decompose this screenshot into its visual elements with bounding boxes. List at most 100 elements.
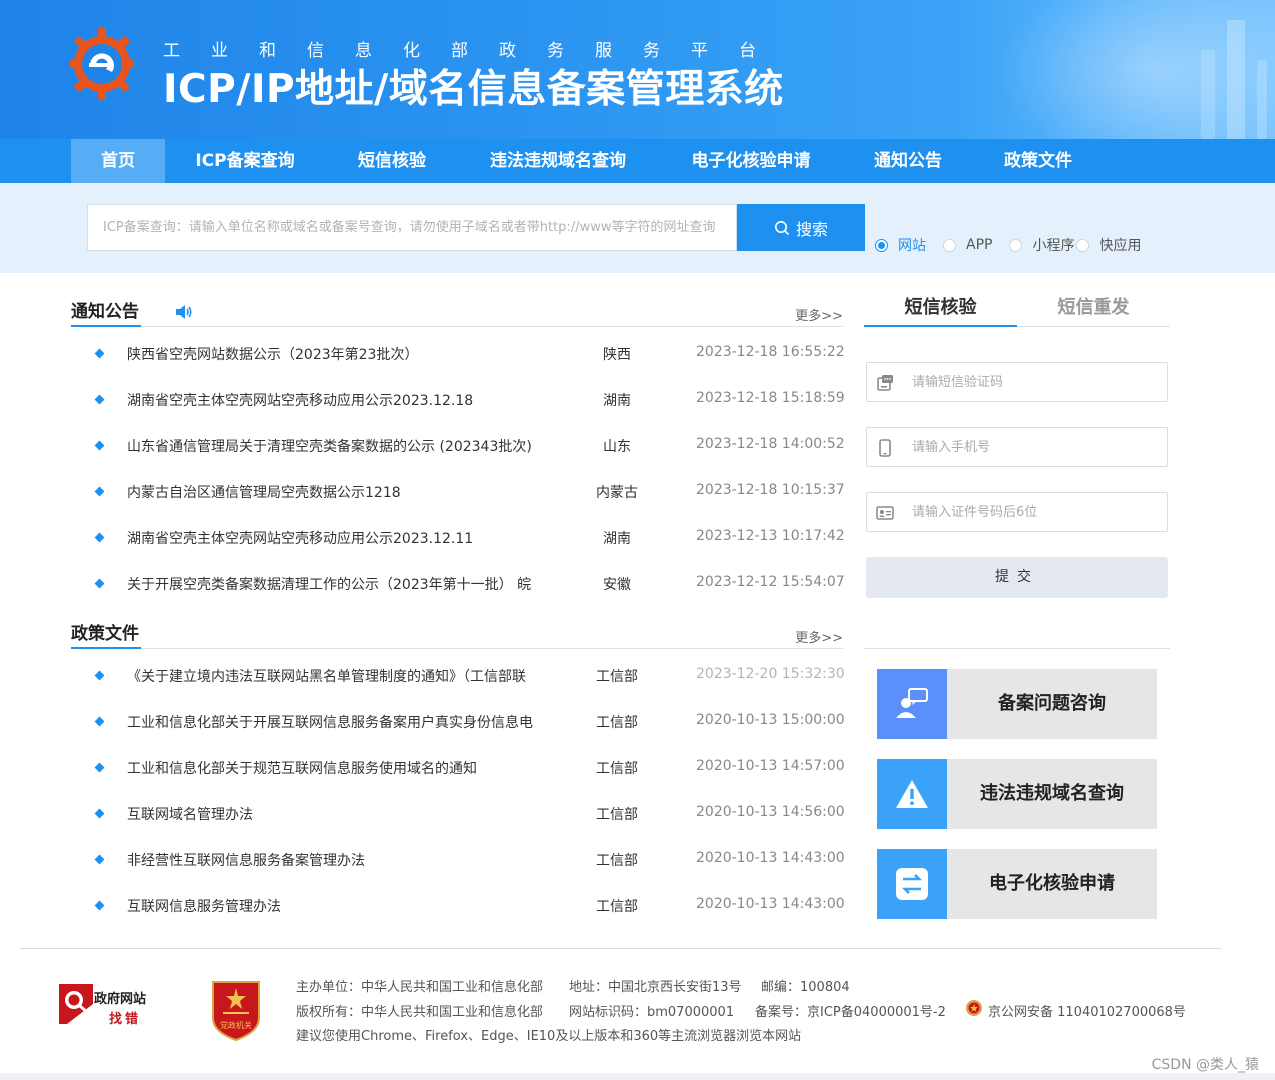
radio-website[interactable]: 网站	[875, 235, 926, 255]
policies-header: 政策文件 更多>>	[71, 619, 843, 649]
government-emblem-icon: 党政机关	[212, 981, 260, 1042]
policy-source: 工信部	[596, 669, 638, 685]
phone-icon	[879, 439, 891, 457]
gov-site-label: 政府网站	[94, 992, 147, 1007]
policy-title: 工业和信息化部关于规范互联网信息服务使用域名的通知	[127, 761, 477, 777]
notice-title: 湖南省空壳主体空壳网站空壳移动应用公示2023.12.18	[127, 393, 474, 409]
tab-sms-verify[interactable]: 短信核验	[864, 293, 1017, 327]
find-error-label: 找错	[109, 1012, 142, 1027]
notice-region: 内蒙古	[596, 485, 638, 501]
nav-sms-verify[interactable]: 短信核验	[337, 139, 447, 183]
id-number-field	[866, 492, 1168, 532]
nav-home[interactable]: 首页	[71, 139, 165, 183]
panel-divider	[864, 648, 1170, 649]
notice-date: 2023-12-13 10:17:42	[696, 528, 845, 544]
notice-title: 关于开展空壳类备案数据清理工作的公示（2023年第十一批） 皖	[127, 577, 532, 593]
notices-header: 通知公告 更多>>	[71, 297, 843, 327]
policy-date: 2020-10-13 14:57:00	[696, 758, 845, 774]
footer-address: 地址：中国北京西长安街13号	[569, 980, 742, 995]
bullet-icon	[94, 716, 105, 727]
policy-source: 工信部	[596, 715, 638, 731]
warning-icon	[877, 759, 947, 829]
bullet-icon	[94, 578, 105, 589]
radio-mini-program[interactable]: 小程序	[1009, 235, 1074, 255]
radio-dot	[943, 238, 956, 252]
card-label: 备案问题咨询	[998, 693, 1106, 714]
policy-source: 工信部	[596, 853, 638, 869]
policy-title: 互联网域名管理办法	[127, 807, 253, 823]
bullet-icon	[94, 854, 105, 865]
bullet-icon	[94, 348, 105, 359]
sms-icon	[877, 375, 893, 391]
nav-icp-query[interactable]: ICP备案查询	[175, 139, 315, 183]
notices-more-link[interactable]: 更多>>	[795, 305, 843, 324]
radio-label: APP	[966, 237, 993, 253]
notice-date: 2023-12-18 16:55:22	[696, 344, 845, 360]
nav-e-verify[interactable]: 电子化核验申请	[675, 139, 827, 183]
badge-text: 党政机关	[220, 1020, 252, 1030]
nav-illegal-domain[interactable]: 违法违规域名查询	[474, 139, 642, 183]
radio-quick-app[interactable]: 快应用	[1076, 235, 1141, 255]
consult-icon	[877, 669, 947, 739]
policy-title: 互联网信息服务管理办法	[127, 899, 281, 915]
card-filing-consult[interactable]: 备案问题咨询	[877, 669, 1157, 739]
notice-region: 山东	[603, 439, 631, 455]
search-icon	[774, 220, 790, 235]
bullet-icon	[94, 532, 105, 543]
notice-region: 安徽	[603, 577, 631, 593]
swap-icon	[877, 849, 947, 919]
search-button-label: 搜索	[795, 219, 828, 239]
sms-tabs: 短信核验 短信重发	[864, 293, 1170, 327]
card-label: 电子化核验申请	[989, 873, 1115, 894]
radio-dot	[1076, 238, 1090, 252]
notice-region: 湖南	[603, 531, 631, 547]
radio-label: 网站	[898, 238, 926, 254]
policy-source: 工信部	[596, 899, 638, 915]
notice-title: 内蒙古自治区通信管理局空壳数据公示1218	[127, 485, 401, 501]
notice-title: 陕西省空壳网站数据公示（2023年第23批次）	[127, 347, 419, 363]
nav-notices[interactable]: 通知公告	[858, 139, 958, 183]
footer-divider	[20, 948, 1221, 949]
icp-search-input[interactable]	[87, 204, 737, 251]
party-government-badge[interactable]: 党政机关	[209, 978, 263, 1042]
policy-date: 2020-10-13 14:56:00	[696, 804, 845, 820]
policy-row[interactable]: 互联网信息服务管理办法 工信部 2020-10-13 14:43:00	[91, 896, 845, 948]
id-number-input[interactable]	[912, 493, 1162, 531]
policy-date: 2020-10-13 15:00:00	[696, 712, 845, 728]
bullet-icon	[94, 394, 105, 405]
policies-more-link[interactable]: 更多>>	[795, 627, 843, 646]
submit-button[interactable]: 提交	[866, 557, 1168, 598]
police-badge-icon	[966, 1000, 982, 1016]
policy-title: 工业和信息化部关于开展互联网信息服务备案用户真实身份信息电	[127, 715, 533, 731]
bullet-icon	[94, 670, 105, 681]
notice-date: 2023-12-18 10:15:37	[696, 482, 845, 498]
policy-date: 2020-10-13 14:43:00	[696, 850, 845, 866]
policies-title: 政策文件	[71, 619, 141, 649]
footer-icp-link[interactable]: 备案号：京ICP备04000001号-2	[755, 1001, 946, 1020]
policy-source: 工信部	[596, 761, 638, 777]
footer-host: 主办单位：中华人民共和国工业和信息化部	[296, 980, 544, 995]
card-illegal-domain[interactable]: 违法违规域名查询	[877, 759, 1157, 829]
phone-field	[866, 427, 1168, 467]
footer-browser-tip: 建议您使用Chrome、Firefox、Edge、IE10及以上版本和360等主…	[296, 1029, 802, 1044]
gov-site-find-error-link[interactable]: 政府网站 找错	[57, 980, 157, 1027]
sms-code-input[interactable]	[912, 363, 1162, 401]
search-type-radio-group: 网站 APP 小程序 快应用	[875, 235, 1141, 255]
notice-region: 陕西	[603, 347, 631, 363]
tab-sms-resend[interactable]: 短信重发	[1017, 293, 1170, 327]
notice-region: 湖南	[603, 393, 631, 409]
notice-title: 山东省通信管理局关于清理空壳类备案数据的公示 (202343批次)	[127, 439, 532, 455]
footer-police-link[interactable]: 京公网安备 11040102700068号	[988, 1001, 1186, 1020]
policy-source: 工信部	[596, 807, 638, 823]
bullet-icon	[94, 486, 105, 497]
nav-policies[interactable]: 政策文件	[988, 139, 1088, 183]
card-e-verify[interactable]: 电子化核验申请	[877, 849, 1157, 919]
search-band: 搜索 网站 APP 小程序 快应用	[0, 183, 1275, 273]
id-card-icon	[876, 506, 894, 520]
search-button[interactable]: 搜索	[737, 204, 865, 251]
bullet-icon	[94, 762, 105, 773]
phone-input[interactable]	[912, 428, 1162, 466]
radio-app[interactable]: APP	[943, 237, 992, 253]
notice-date: 2023-12-12 15:54:07	[696, 574, 845, 590]
bullet-icon	[94, 440, 105, 451]
